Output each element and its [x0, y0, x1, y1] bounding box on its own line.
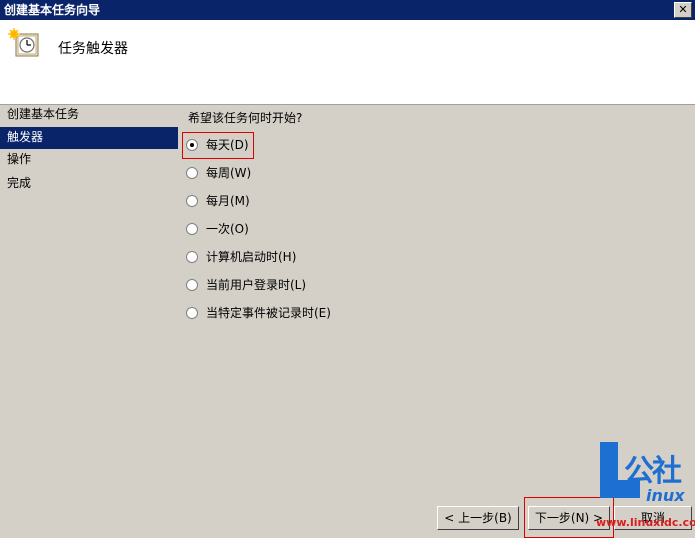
radio-on-event[interactable]: 当特定事件被记录时(E) — [186, 304, 331, 322]
radio-label: 每周(W) — [206, 166, 252, 180]
close-button[interactable]: ✕ — [674, 2, 692, 18]
wizard-header: 任务触发器 — [0, 20, 695, 105]
page-heading: 任务触发器 — [58, 41, 128, 57]
radio-on-startup[interactable]: 计算机启动时(H) — [186, 248, 296, 266]
sidebar-item-action[interactable]: 操作 — [0, 149, 180, 173]
back-button[interactable]: < 上一步(B) — [437, 506, 519, 530]
trigger-options-panel: 希望该任务何时开始? 每天(D) 每周(W) 每月(M) 一次(O) 计算机启动… — [182, 104, 693, 484]
radio-label: 每月(M) — [206, 194, 250, 208]
sidebar-item-finish[interactable]: 完成 — [0, 173, 180, 197]
logo-subtext: inux — [646, 486, 685, 505]
radio-daily[interactable]: 每天(D) — [186, 136, 249, 154]
radio-label: 每天(D) — [206, 138, 249, 152]
sidebar-item-trigger[interactable]: 触发器 — [0, 127, 178, 149]
radio-label: 计算机启动时(H) — [206, 250, 297, 264]
radio-button-icon[interactable] — [186, 250, 198, 263]
radio-button-icon[interactable] — [186, 194, 198, 207]
radio-button-icon[interactable] — [186, 222, 198, 235]
radio-label: 一次(O) — [206, 222, 249, 236]
watermark-logo: 公社 inux www.linuxidc.com — [596, 442, 695, 538]
radio-button-icon[interactable] — [186, 166, 198, 179]
radio-button-icon[interactable] — [186, 306, 198, 319]
radio-once[interactable]: 一次(O) — [186, 220, 249, 238]
radio-label: 当特定事件被记录时(E) — [206, 306, 331, 320]
logo-text: 公社 — [624, 454, 682, 489]
radio-monthly[interactable]: 每月(M) — [186, 192, 250, 210]
wizard-steps-sidebar: 创建基本任务 触发器 操作 完成 — [0, 104, 180, 197]
radio-button-checked-icon[interactable] — [186, 138, 198, 151]
radio-weekly[interactable]: 每周(W) — [186, 164, 251, 182]
title-bar: 创建基本任务向导 ✕ — [0, 0, 695, 20]
radio-on-logon[interactable]: 当前用户登录时(L) — [186, 276, 306, 294]
sidebar-item-create-basic-task[interactable]: 创建基本任务 — [0, 104, 180, 128]
scheduler-clock-icon — [8, 28, 39, 57]
window-title: 创建基本任务向导 — [4, 3, 101, 17]
question-label: 希望该任务何时开始? — [188, 111, 303, 125]
radio-label: 当前用户登录时(L) — [206, 278, 307, 292]
radio-button-icon[interactable] — [186, 278, 198, 291]
watermark-url: www.linuxidc.com — [596, 516, 695, 529]
